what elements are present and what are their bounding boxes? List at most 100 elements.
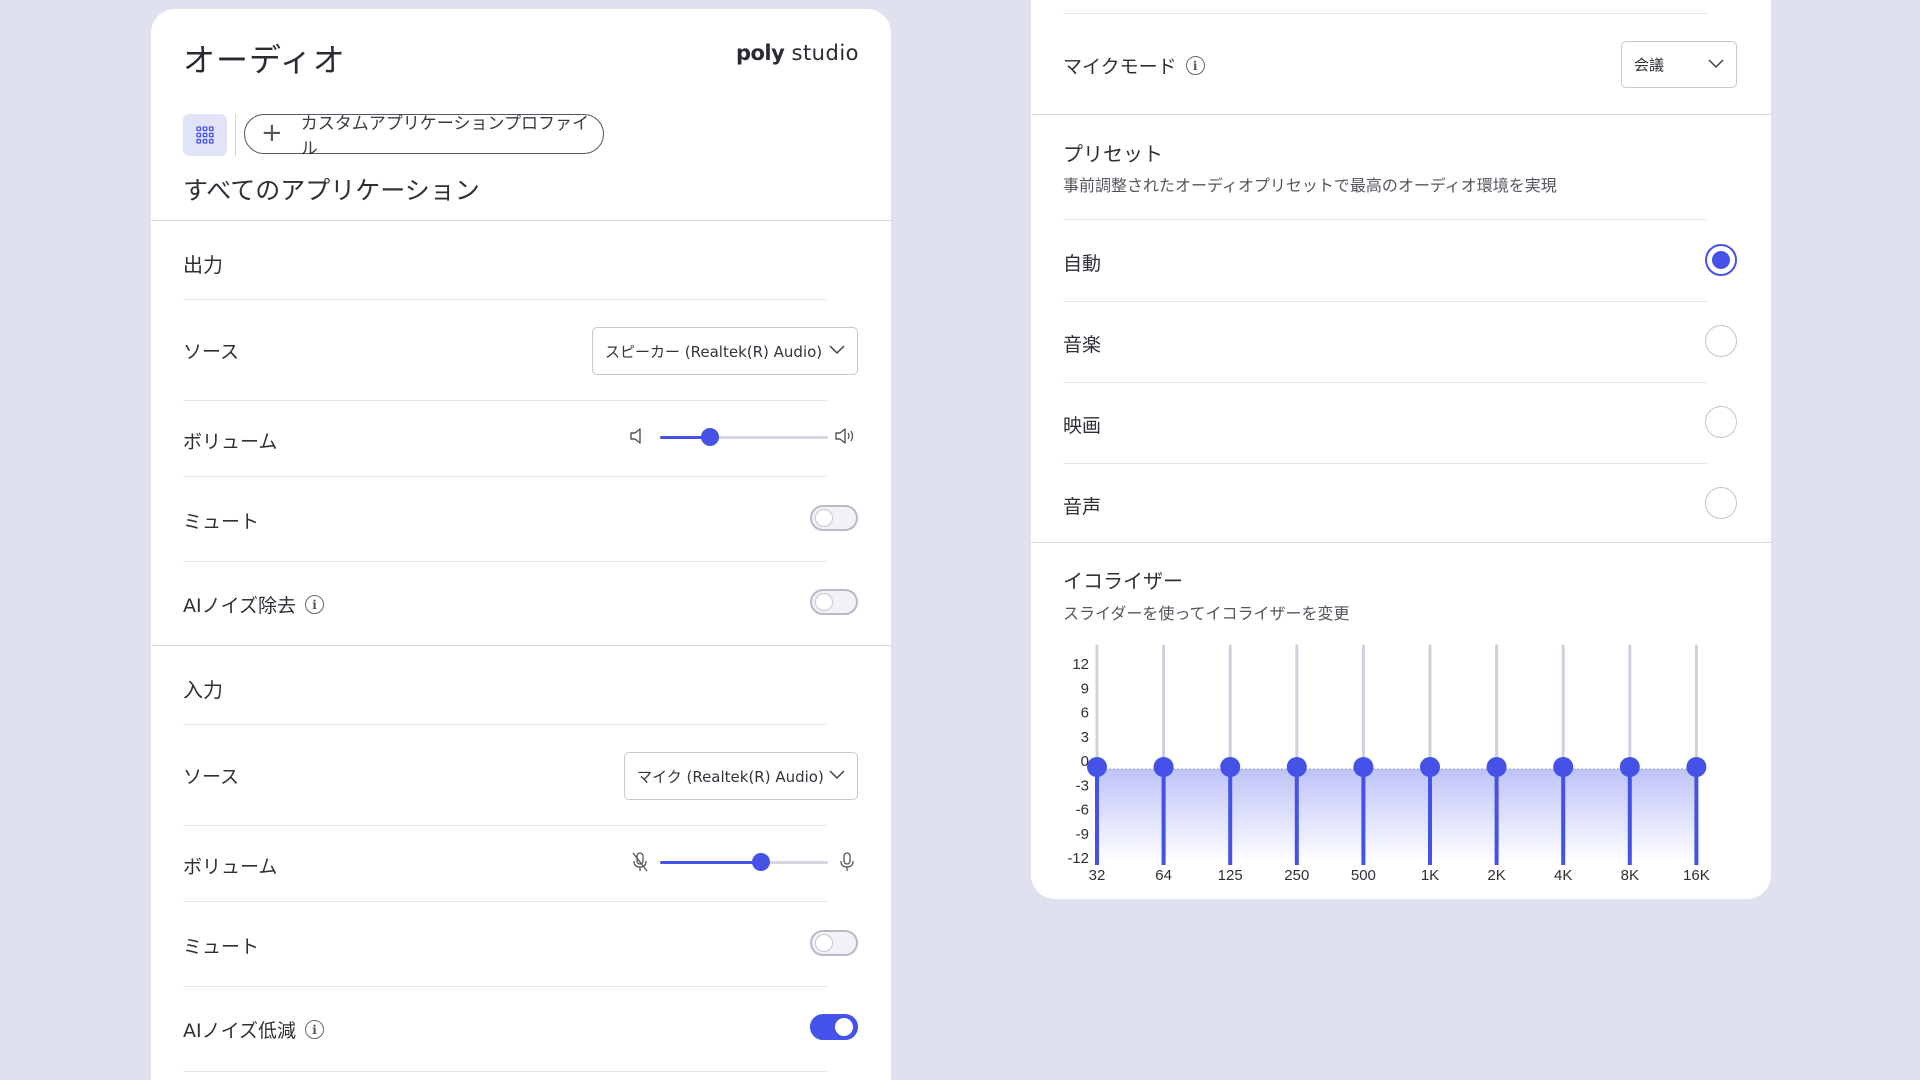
- output-volume-thumb[interactable]: [701, 428, 720, 446]
- add-custom-profile-button[interactable]: + カスタムアプリケーションプロファイル: [244, 114, 604, 159]
- equalizer-area: [1097, 769, 1697, 858]
- eq-band-thumb[interactable]: [1087, 757, 1107, 777]
- divider: [183, 901, 827, 902]
- speaker-low-icon: [630, 428, 641, 444]
- eq-band-thumb[interactable]: [1619, 757, 1640, 777]
- eq-band-thumb[interactable]: [1486, 757, 1507, 777]
- input-volume-thumb[interactable]: [751, 853, 770, 871]
- eq-band-label: 2K: [1487, 867, 1505, 884]
- grid-icon: [196, 126, 214, 144]
- preset-subtitle: 事前調整されたオーディオプリセットで最高のオーディオ環境を実現: [1063, 176, 1557, 195]
- input-noise-row-label: AIノイズ低減 i: [183, 1016, 325, 1043]
- divider: [1063, 219, 1707, 220]
- y-tick-label: 3: [1081, 729, 1089, 746]
- eq-band-thumb[interactable]: [1286, 757, 1307, 777]
- eq-band-label: 8K: [1621, 867, 1639, 884]
- toolbar-divider: [235, 114, 236, 156]
- input-source-select[interactable]: マイク (Realtek(R) Audio): [624, 752, 858, 800]
- divider: [183, 986, 827, 987]
- info-icon[interactable]: i: [305, 595, 325, 614]
- eq-band-label: 125: [1218, 867, 1243, 884]
- divider: [183, 561, 827, 562]
- preset-option-radio[interactable]: [1705, 325, 1737, 357]
- output-noise-label: AIノイズ除去: [183, 595, 297, 617]
- output-noise-row-label: AIノイズ除去 i: [183, 591, 325, 618]
- divider: [151, 220, 891, 221]
- y-tick-label: 9: [1081, 680, 1089, 697]
- eq-band-label: 500: [1351, 867, 1376, 884]
- audio-settings-panel: オーディオ poly studio + カスタムアプリケーションプロファイル す…: [151, 9, 891, 1080]
- eq-band-thumb[interactable]: [1553, 757, 1574, 777]
- toggle-knob: [815, 509, 833, 527]
- input-source-label: ソース: [183, 766, 240, 788]
- output-source-value: スピーカー (Realtek(R) Audio): [605, 342, 823, 361]
- all-apps-button[interactable]: [183, 114, 227, 156]
- preset-option-label: 自動: [1063, 253, 1102, 275]
- input-mute-toggle[interactable]: [810, 930, 858, 956]
- divider: [1063, 382, 1707, 383]
- current-profile-title: すべてのアプリケーション: [183, 176, 480, 205]
- preset-option-radio[interactable]: [1705, 244, 1737, 276]
- divider: [183, 1071, 827, 1072]
- audio-settings-panel-continued: マイクモード i 会議 プリセット 事前調整されたオーディオプリセットで最高のオ…: [1031, 0, 1771, 899]
- divider: [151, 645, 891, 646]
- page-title: オーディオ: [183, 41, 346, 79]
- input-volume-label: ボリューム: [183, 856, 278, 878]
- eq-band-thumb[interactable]: [1420, 757, 1440, 777]
- toggle-knob: [835, 1018, 853, 1036]
- y-tick-label: -9: [1076, 826, 1089, 843]
- plus-icon: +: [261, 117, 283, 148]
- preset-option-radio[interactable]: [1705, 487, 1737, 519]
- eq-band-thumb[interactable]: [1353, 757, 1374, 777]
- eq-band-label: 16K: [1683, 867, 1710, 884]
- divider: [183, 476, 827, 477]
- eq-band-thumb[interactable]: [1686, 757, 1707, 777]
- input-source-value: マイク (Realtek(R) Audio): [637, 767, 824, 786]
- mic-muted-icon: [632, 852, 648, 872]
- eq-band-label: 64: [1155, 867, 1172, 884]
- output-source-label: ソース: [183, 341, 240, 363]
- y-tick-label: -3: [1076, 777, 1089, 794]
- add-custom-profile-label: カスタムアプリケーションプロファイル: [300, 114, 589, 159]
- preset-section-title: プリセット: [1063, 142, 1163, 166]
- divider: [183, 299, 827, 300]
- info-icon[interactable]: i: [1185, 56, 1205, 75]
- divider: [183, 400, 827, 401]
- output-mute-toggle[interactable]: [810, 505, 858, 531]
- y-tick-label: -6: [1076, 802, 1089, 819]
- eq-band-thumb[interactable]: [1153, 757, 1174, 777]
- divider: [1031, 542, 1771, 543]
- preset-option-radio[interactable]: [1705, 406, 1737, 438]
- eq-band-label: 4K: [1554, 867, 1572, 884]
- preset-option-label: 音声: [1063, 496, 1102, 518]
- output-volume-slider[interactable]: [660, 428, 828, 446]
- y-tick-label: 12: [1072, 656, 1089, 673]
- preset-option-label: 音楽: [1063, 334, 1102, 356]
- output-source-select[interactable]: スピーカー (Realtek(R) Audio): [592, 327, 858, 375]
- chevron-down-icon: [829, 345, 845, 355]
- mic-mode-select[interactable]: 会議: [1621, 41, 1737, 88]
- divider: [1063, 463, 1707, 464]
- input-volume-slider[interactable]: [660, 853, 828, 871]
- output-noise-toggle[interactable]: [810, 589, 858, 615]
- input-section-title: 入力: [183, 678, 223, 702]
- eq-band-thumb[interactable]: [1220, 757, 1241, 777]
- equalizer-subtitle: スライダーを使ってイコライザーを変更: [1063, 604, 1350, 623]
- speaker-high-icon: [835, 428, 854, 444]
- input-mute-label: ミュート: [183, 936, 260, 958]
- divider: [1063, 301, 1707, 302]
- eq-band-label: 1K: [1421, 867, 1439, 884]
- toggle-knob: [815, 934, 833, 952]
- input-noise-label: AIノイズ低減: [183, 1020, 297, 1042]
- poly-studio-logo: poly studio: [735, 41, 859, 65]
- info-icon[interactable]: i: [305, 1020, 325, 1039]
- eq-band-label: 32: [1089, 867, 1106, 884]
- equalizer-section-title: イコライザー: [1063, 569, 1183, 593]
- divider: [183, 825, 827, 826]
- input-noise-toggle[interactable]: [810, 1014, 858, 1040]
- divider: [1063, 13, 1707, 14]
- output-mute-label: ミュート: [183, 511, 260, 533]
- mic-icon: [840, 852, 854, 871]
- y-tick-label: -12: [1067, 850, 1089, 867]
- mic-mode-label: マイクモード: [1063, 56, 1177, 78]
